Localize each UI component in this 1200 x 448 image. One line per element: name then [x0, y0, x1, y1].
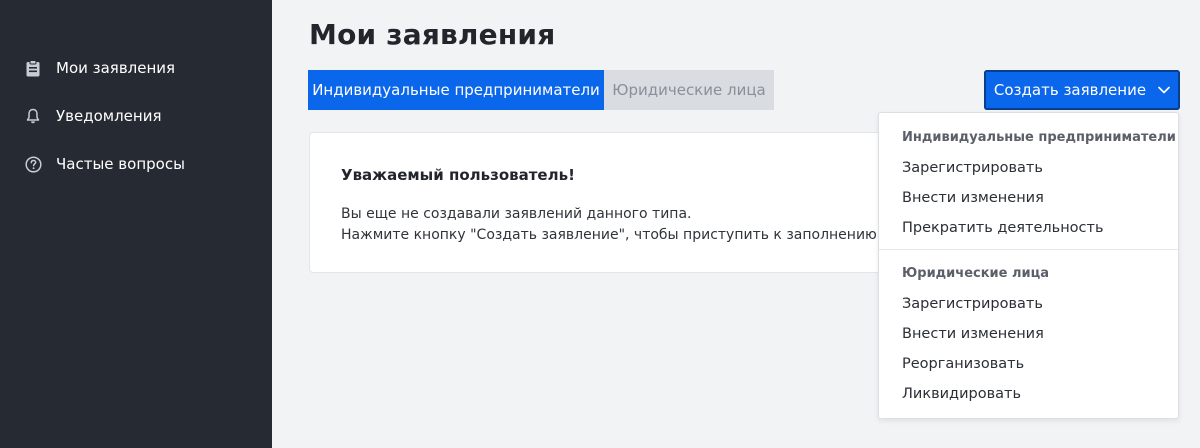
empty-state-line-1: Вы еще не создавали заявлений данного ти…	[341, 206, 692, 222]
create-application-label: Создать заявление	[993, 81, 1147, 99]
empty-state-title: Уважаемый пользователь!	[341, 166, 575, 184]
sidebar-item-my-applications[interactable]: Мои заявления	[0, 56, 272, 80]
tab-individual-entrepreneurs[interactable]: Индивидуальные предприниматели	[308, 70, 604, 110]
dropdown-section-header: Индивидуальные предприниматели	[902, 130, 1176, 145]
page-title: Мои заявления	[309, 18, 556, 51]
sidebar: Мои заявления Уведомления Частые вопросы	[0, 0, 272, 448]
dropdown-section-individual: Индивидуальные предприниматели Зарегистр…	[879, 113, 1178, 250]
sidebar-item-label: Мои заявления	[56, 59, 176, 77]
menu-item-le-register[interactable]: Зарегистрировать	[879, 289, 1178, 319]
empty-state-card: Уважаемый пользователь! Вы еще не создав…	[309, 132, 909, 273]
create-application-dropdown: Индивидуальные предприниматели Зарегистр…	[878, 112, 1179, 419]
menu-item-le-modify[interactable]: Внести изменения	[879, 319, 1178, 349]
dropdown-section-header: Юридические лица	[902, 266, 1050, 281]
empty-state-line-2: Нажмите кнопку "Создать заявление", чтоб…	[341, 227, 908, 243]
sidebar-item-faq[interactable]: Частые вопросы	[0, 152, 272, 176]
sidebar-item-label: Уведомления	[56, 107, 162, 125]
menu-item-le-reorganize[interactable]: Реорганизовать	[879, 349, 1178, 379]
menu-item-ip-register[interactable]: Зарегистрировать	[879, 153, 1178, 183]
tab-legal-entities[interactable]: Юридические лица	[604, 70, 774, 110]
menu-item-ip-terminate[interactable]: Прекратить деятельность	[879, 213, 1178, 243]
menu-item-ip-modify[interactable]: Внести изменения	[879, 183, 1178, 213]
create-application-button[interactable]: Создать заявление	[984, 70, 1180, 110]
tab-bar: Индивидуальные предприниматели Юридическ…	[308, 70, 774, 110]
sidebar-item-notifications[interactable]: Уведомления	[0, 104, 272, 128]
clipboard-icon	[24, 59, 42, 77]
bell-icon	[24, 107, 42, 125]
chevron-down-icon	[1158, 86, 1170, 94]
sidebar-item-label: Частые вопросы	[56, 155, 185, 173]
dropdown-section-legal: Юридические лица Зарегистрировать Внести…	[879, 250, 1178, 409]
menu-item-le-liquidate[interactable]: Ликвидировать	[879, 379, 1178, 409]
question-circle-icon	[24, 155, 42, 173]
